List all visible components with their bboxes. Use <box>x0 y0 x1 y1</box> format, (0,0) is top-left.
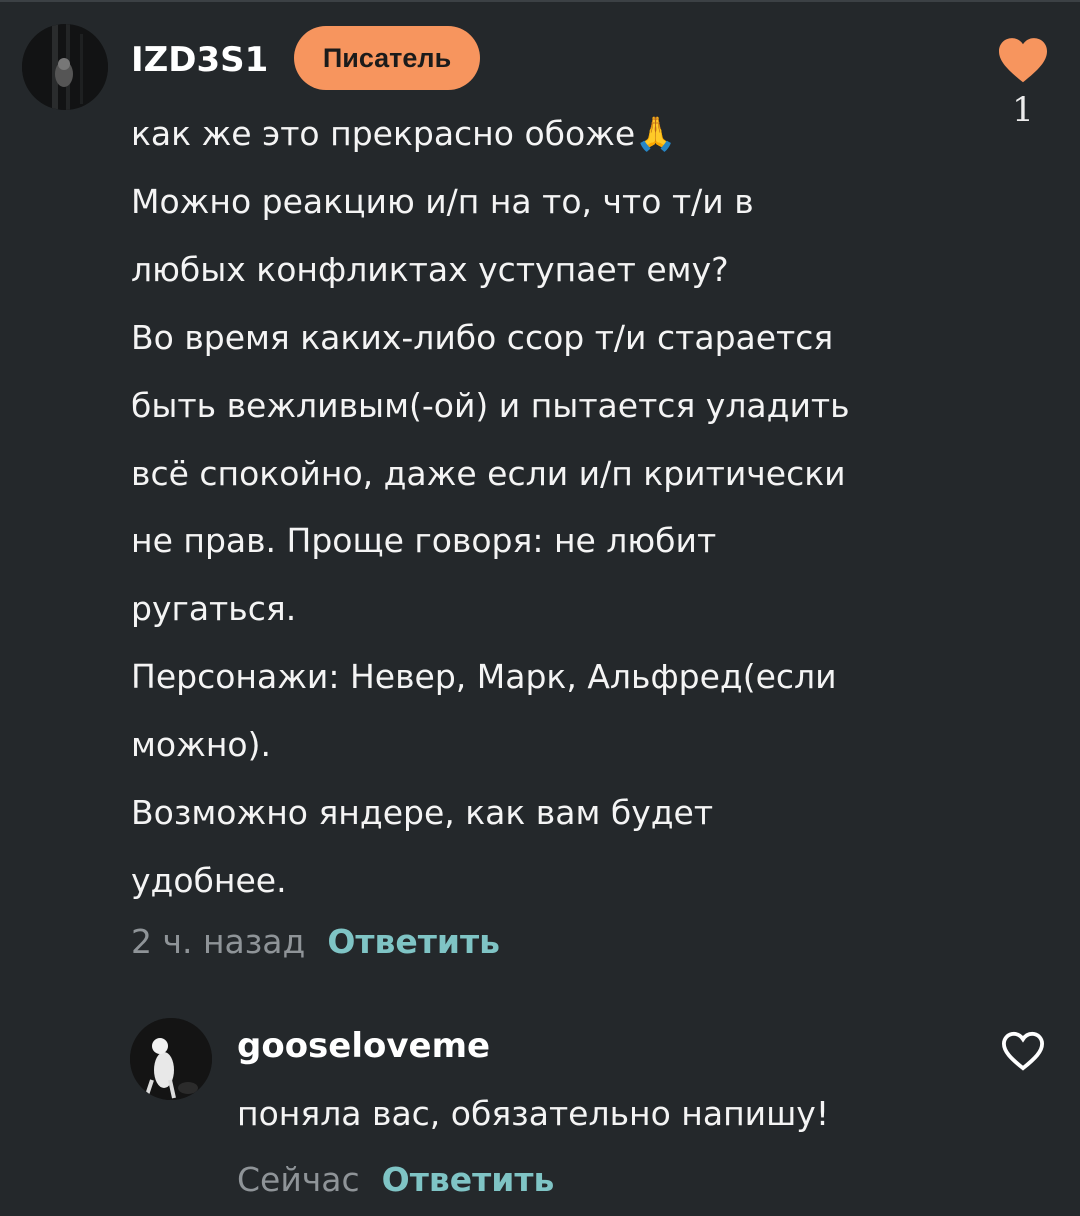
avatar[interactable] <box>22 24 108 110</box>
comment-line: Можно реакцию и/п на то, что т/и в <box>131 181 754 221</box>
comment-username[interactable]: IZD3S1 <box>131 40 268 80</box>
top-divider <box>0 0 1080 2</box>
comment-line: ругаться. <box>131 589 297 629</box>
writer-badge: Писатель <box>294 26 480 90</box>
reply-like-button[interactable] <box>998 1030 1048 1072</box>
reply-avatar[interactable] <box>130 1018 212 1100</box>
reply-text: поняла вас, обязательно напишу! <box>237 1094 830 1133</box>
comment-line: Персонажи: Невер, Марк, Альфред(если <box>131 657 837 697</box>
reply-time: Сейчас <box>237 1160 360 1199</box>
reply-meta: Сейчас Ответить <box>237 1160 554 1199</box>
comment-text: как же это прекрасно обоже🙏 Можно реакци… <box>131 100 850 915</box>
comment-line: быть вежливым(-ой) и пытается уладить <box>131 385 850 425</box>
comment-meta: 2 ч. назад Ответить <box>131 922 500 961</box>
reply-username[interactable]: gooseloveme <box>237 1026 490 1066</box>
comment-line: всё спокойно, даже если и/п критически <box>131 453 846 493</box>
comment-line: Во время каких-либо ссор т/и старается <box>131 317 834 357</box>
comment-line: не прав. Проще говоря: не любит <box>131 521 717 561</box>
reply-button[interactable]: Ответить <box>327 922 500 961</box>
reply-avatar-image <box>130 1018 212 1100</box>
heart-outline-icon <box>1001 1031 1045 1071</box>
comment-line: любых конфликтах уступает ему? <box>131 249 729 289</box>
comment-time: 2 ч. назад <box>131 922 306 961</box>
heart-filled-icon <box>999 38 1047 83</box>
like-button[interactable]: 1 <box>990 36 1056 130</box>
comment-line: как же это прекрасно обоже🙏 <box>131 114 677 153</box>
comment-line: удобнее. <box>131 860 287 900</box>
like-count: 1 <box>1012 90 1034 130</box>
avatar-image <box>22 24 108 110</box>
reply-reply-button[interactable]: Ответить <box>382 1160 555 1199</box>
comment-line: Возможно яндере, как вам будет <box>131 793 714 833</box>
comment-line: можно). <box>131 725 271 765</box>
